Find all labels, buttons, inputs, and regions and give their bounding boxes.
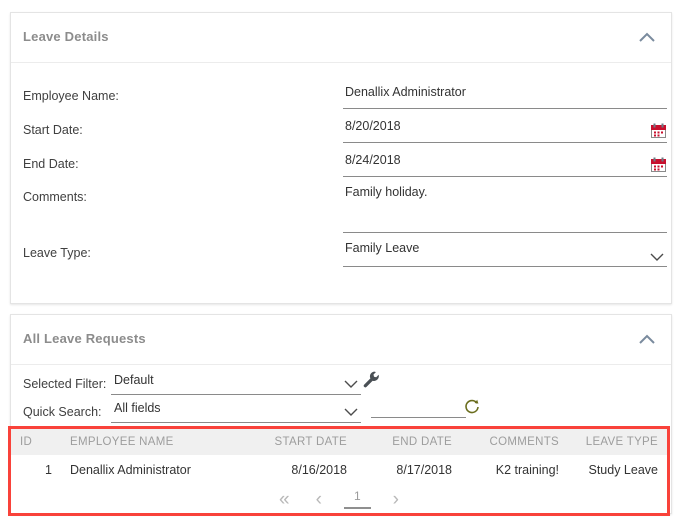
refresh-icon[interactable]	[463, 398, 481, 416]
quick-search-scope-value: All fields	[111, 401, 361, 419]
cell-id: 1	[11, 455, 61, 485]
calendar-icon[interactable]	[651, 123, 666, 138]
chevron-down-icon[interactable]	[343, 378, 359, 390]
table-row[interactable]: 1 Denallix Administrator 8/16/2018 8/17/…	[11, 455, 667, 485]
calendar-icon[interactable]	[651, 157, 666, 172]
leave-requests-grid: ID EMPLOYEE NAME START DATE END DATE COM…	[11, 429, 667, 485]
end-date-field[interactable]: 8/24/2018	[343, 153, 667, 177]
pager-prev-button[interactable]: ‹	[312, 490, 326, 509]
column-header-end-date[interactable]: END DATE	[356, 429, 461, 455]
column-header-employee-name[interactable]: EMPLOYEE NAME	[61, 429, 246, 455]
comments-value: Family holiday.	[343, 185, 667, 204]
employee-name-value: Denallix Administrator	[343, 85, 667, 104]
leave-type-label: Leave Type:	[23, 246, 91, 260]
selected-filter-value: Default	[111, 373, 361, 391]
table-header-row: ID EMPLOYEE NAME START DATE END DATE COM…	[11, 429, 667, 455]
chevron-down-icon[interactable]	[649, 251, 665, 263]
column-header-start-date[interactable]: START DATE	[246, 429, 356, 455]
pager-page-1[interactable]: 1	[344, 490, 371, 509]
selected-filter-label: Selected Filter:	[23, 377, 106, 391]
cell-comments: K2 training!	[461, 455, 568, 485]
cell-leave-type: Study Leave	[568, 455, 667, 485]
start-date-value: 8/20/2018	[343, 119, 667, 138]
app-screen: Leave Details Employee Name: Denallix Ad…	[0, 0, 683, 525]
leave-requests-table: ID EMPLOYEE NAME START DATE END DATE COM…	[11, 429, 667, 485]
chevron-down-icon[interactable]	[343, 406, 359, 418]
chevron-up-icon[interactable]	[633, 327, 661, 353]
comments-field[interactable]: Family holiday.	[343, 185, 667, 233]
cell-end-date: 8/17/2018	[356, 455, 461, 485]
start-date-field[interactable]: 8/20/2018	[343, 119, 667, 143]
wrench-icon[interactable]	[362, 370, 380, 388]
employee-name-label: Employee Name:	[23, 89, 119, 103]
leave-details-panel: Leave Details Employee Name: Denallix Ad…	[10, 12, 672, 304]
cell-start-date: 8/16/2018	[246, 455, 356, 485]
employee-name-field[interactable]: Denallix Administrator	[343, 85, 667, 109]
pager-next-button[interactable]: ›	[389, 490, 403, 509]
chevron-up-icon[interactable]	[633, 25, 661, 51]
leave-details-header: Leave Details	[11, 13, 671, 63]
all-leave-requests-header: All Leave Requests	[11, 315, 671, 365]
cell-employee-name: Denallix Administrator	[61, 455, 246, 485]
column-header-comments[interactable]: COMMENTS	[461, 429, 568, 455]
column-header-id[interactable]: ID	[11, 429, 61, 455]
quick-search-text	[371, 401, 466, 405]
leave-type-dropdown[interactable]: Family Leave	[343, 241, 667, 267]
quick-search-input[interactable]	[371, 401, 466, 418]
quick-search-dropdown[interactable]: All fields	[111, 401, 361, 423]
end-date-value: 8/24/2018	[343, 153, 667, 172]
grid-pager: « ‹ 1 ›	[11, 485, 667, 513]
selected-filter-dropdown[interactable]: Default	[111, 373, 361, 395]
end-date-label: End Date:	[23, 157, 79, 171]
quick-search-label: Quick Search:	[23, 405, 102, 419]
start-date-label: Start Date:	[23, 123, 83, 137]
column-header-leave-type[interactable]: LEAVE TYPE	[568, 429, 667, 455]
leave-details-title: Leave Details	[23, 29, 109, 44]
all-leave-requests-title: All Leave Requests	[23, 331, 146, 346]
pager-first-button[interactable]: «	[275, 490, 294, 509]
comments-label: Comments:	[23, 190, 87, 204]
leave-type-value: Family Leave	[343, 241, 667, 260]
